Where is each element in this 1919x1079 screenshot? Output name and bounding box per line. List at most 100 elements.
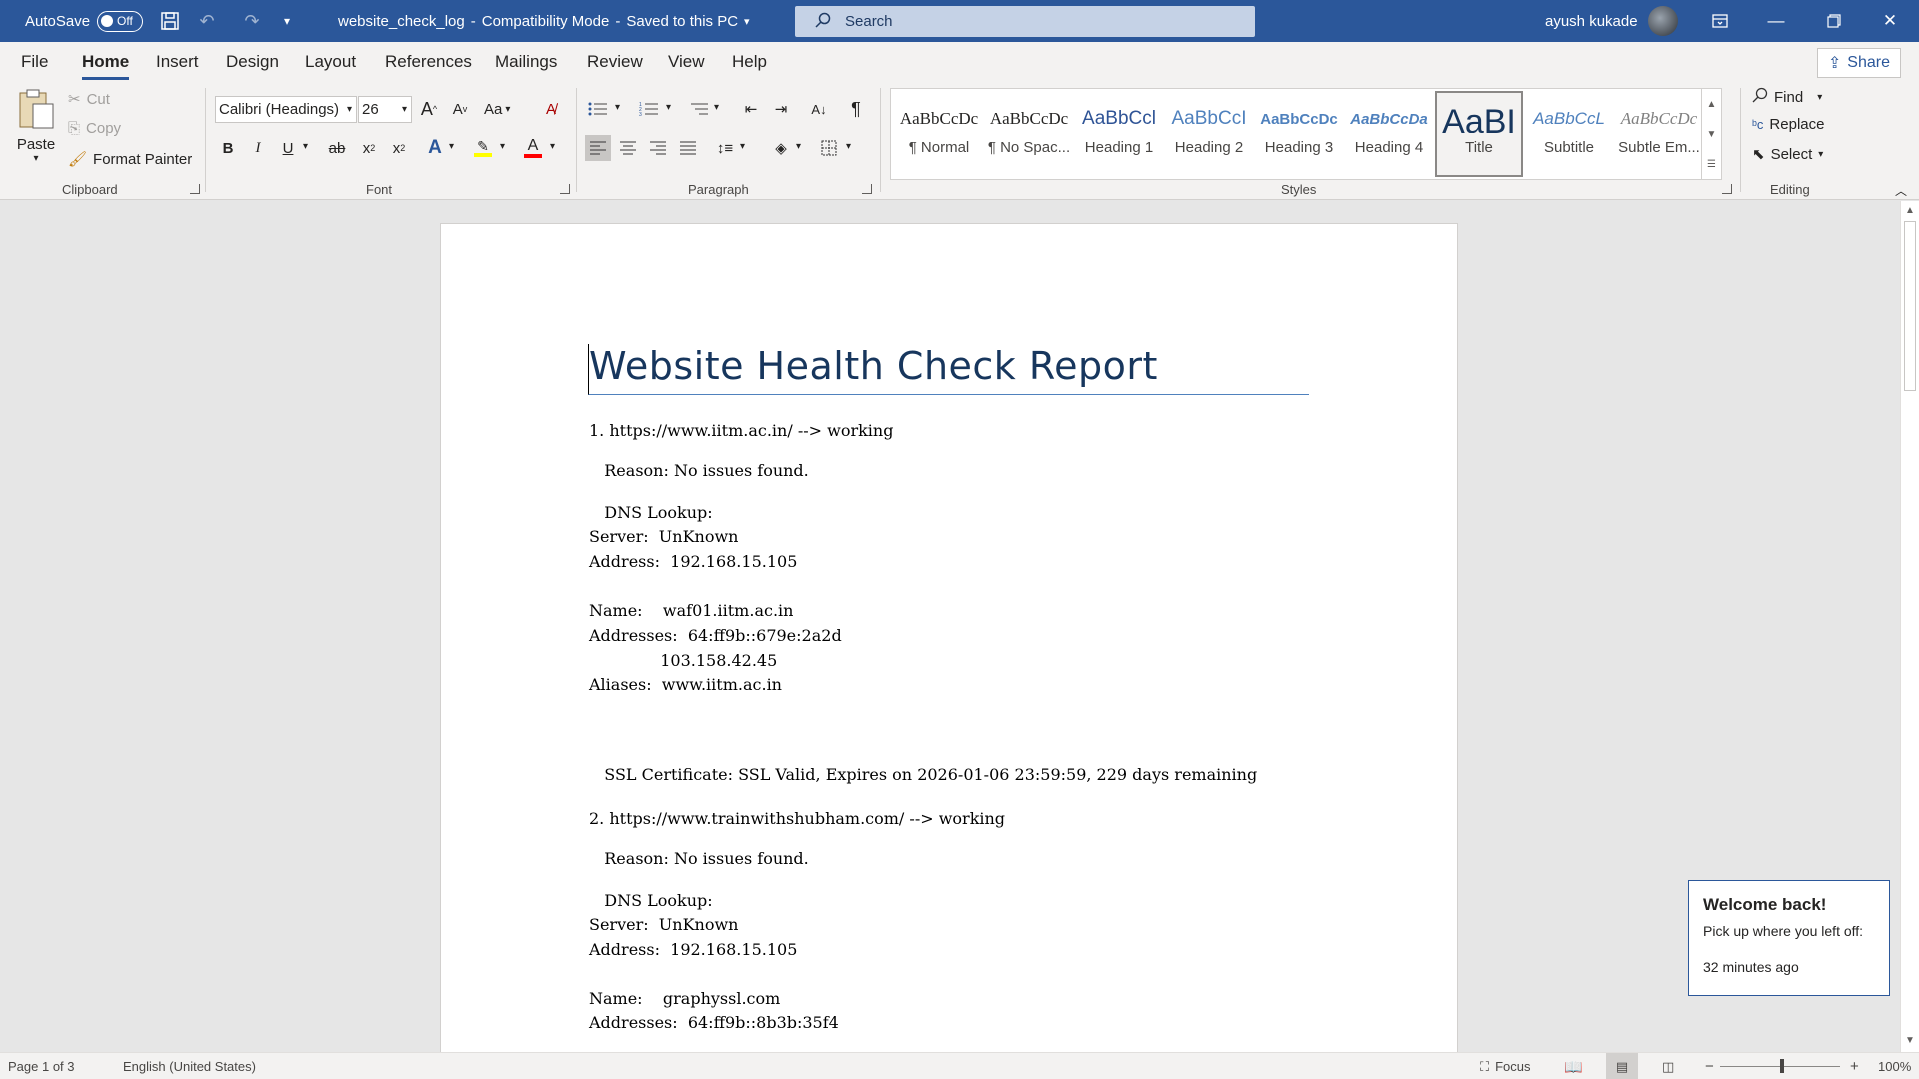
chevron-down-icon[interactable]: ▼: [1707, 129, 1717, 140]
shading-icon[interactable]: ◈: [768, 135, 794, 161]
body-line[interactable]: 1. https://www.iitm.ac.in/ --> working: [589, 421, 893, 440]
justify-icon[interactable]: [675, 135, 701, 161]
tab-review[interactable]: Review: [587, 52, 643, 72]
chevron-down-icon[interactable]: ▾: [500, 141, 505, 152]
decrease-indent-icon[interactable]: ⇤: [738, 96, 764, 122]
show-formatting-marks-icon[interactable]: ¶: [843, 96, 869, 122]
scroll-up-icon[interactable]: ▲: [1905, 205, 1915, 216]
find-button[interactable]: Find ▾: [1752, 87, 1822, 107]
restore-icon[interactable]: [1806, 0, 1862, 42]
font-color-button[interactable]: A: [520, 135, 546, 161]
page-content[interactable]: Website Health Check Report 1. https://w…: [588, 344, 1309, 1052]
change-case-button[interactable]: Aa ▾: [484, 96, 510, 122]
body-line[interactable]: Addresses: 64:ff9b::8b3b:35f4: [589, 1013, 839, 1032]
chevron-down-icon[interactable]: ▾: [615, 102, 620, 113]
body-line[interactable]: Reason: No issues found.: [589, 849, 809, 868]
tab-view[interactable]: View: [668, 52, 705, 72]
collapse-ribbon-icon[interactable]: ︿: [1895, 182, 1907, 199]
language-indicator[interactable]: English (United States): [123, 1053, 256, 1079]
user-name[interactable]: ayush kukade: [1545, 0, 1638, 42]
increase-indent-icon[interactable]: ⇥: [768, 96, 794, 122]
select-button[interactable]: ⬉ Select ▾: [1752, 145, 1823, 164]
style-title[interactable]: AaBI Title: [1435, 91, 1523, 177]
style-normal[interactable]: AaBbCcDc ¶ Normal: [895, 93, 983, 175]
sort-icon[interactable]: A↓: [806, 96, 832, 122]
chevron-down-icon[interactable]: ▾: [740, 141, 745, 152]
autosave-toggle[interactable]: Off: [97, 0, 143, 42]
grow-font-icon[interactable]: A ^: [416, 96, 442, 122]
body-line[interactable]: Aliases: www.iitm.ac.in: [589, 675, 782, 694]
body-line[interactable]: Name: waf01.iitm.ac.in: [589, 601, 793, 620]
body-line[interactable]: 2. https://www.trainwithshubham.com/ -->…: [589, 809, 1005, 828]
chevron-down-icon[interactable]: ▾: [846, 141, 851, 152]
underline-button[interactable]: U: [275, 135, 301, 161]
body-line[interactable]: 103.158.42.45: [589, 651, 777, 670]
share-button[interactable]: ⇪ Share: [1816, 48, 1901, 78]
minimize-icon[interactable]: —: [1748, 0, 1804, 42]
chevron-down-icon[interactable]: ▾: [550, 141, 555, 152]
undo-icon[interactable]: ↶: [190, 0, 224, 42]
chevron-up-icon[interactable]: ▲: [1707, 99, 1717, 110]
body-line[interactable]: Reason: No issues found.: [589, 461, 809, 480]
multilevel-list-icon[interactable]: [686, 96, 712, 122]
body-line[interactable]: DNS Lookup:: [589, 891, 712, 910]
more-styles-icon[interactable]: ☰: [1707, 159, 1716, 170]
web-layout-icon[interactable]: ◫: [1662, 1053, 1674, 1079]
scroll-down-icon[interactable]: ▼: [1905, 1035, 1915, 1046]
zoom-out-icon[interactable]: −: [1705, 1053, 1714, 1079]
tab-references[interactable]: References: [385, 52, 472, 72]
focus-button[interactable]: ⛶ Focus: [1480, 1053, 1531, 1079]
format-painter-button[interactable]: 🖌 Format Painter: [68, 150, 192, 169]
font-name-select[interactable]: Calibri (Headings) ▾: [215, 96, 357, 123]
document-heading[interactable]: Website Health Check Report: [588, 344, 1309, 395]
align-right-icon[interactable]: [645, 135, 671, 161]
cut-button[interactable]: ✂ Cut: [68, 90, 110, 109]
style-heading-2[interactable]: AaBbCcI Heading 2: [1165, 93, 1253, 175]
style-heading-3[interactable]: AaBbCcDc Heading 3: [1255, 93, 1343, 175]
shrink-font-icon[interactable]: Av: [447, 96, 473, 122]
italic-button[interactable]: I: [245, 135, 271, 161]
chevron-down-icon[interactable]: ▾: [796, 141, 801, 152]
body-line[interactable]: Server: UnKnown: [589, 915, 738, 934]
text-effects-icon[interactable]: A: [422, 135, 448, 161]
body-line[interactable]: SSL Certificate: SSL Valid, Expires on 2…: [589, 765, 1257, 784]
save-icon[interactable]: [153, 0, 187, 42]
font-dialog-launcher-icon[interactable]: [560, 184, 570, 194]
zoom-level[interactable]: 100%: [1878, 1053, 1911, 1079]
align-center-icon[interactable]: [615, 135, 641, 161]
line-spacing-icon[interactable]: ↕≡: [712, 135, 738, 161]
tab-mailings[interactable]: Mailings: [495, 52, 557, 72]
tab-help[interactable]: Help: [732, 52, 767, 72]
tab-insert[interactable]: Insert: [156, 52, 199, 72]
font-size-select[interactable]: 26 ▾: [358, 96, 412, 123]
zoom-slider-thumb[interactable]: [1780, 1059, 1784, 1073]
body-line[interactable]: Address: 192.168.15.105: [589, 940, 797, 959]
style-no-spacing[interactable]: AaBbCcDc ¶ No Spac...: [985, 93, 1073, 175]
paste-button[interactable]: Paste ▾: [14, 88, 58, 164]
style-subtle-emphasis[interactable]: AaBbCcDc Subtle Em...: [1615, 93, 1703, 175]
chevron-down-icon[interactable]: ▾: [714, 102, 719, 113]
copy-button[interactable]: ⎘ Copy: [68, 120, 121, 137]
body-line[interactable]: Addresses: 64:ff9b::679e:2a2d: [589, 626, 842, 645]
chevron-down-icon[interactable]: ▾: [303, 141, 308, 152]
highlight-color-button[interactable]: ✎: [470, 135, 496, 161]
welcome-back-toast[interactable]: Welcome back! Pick up where you left off…: [1688, 880, 1890, 996]
avatar[interactable]: [1648, 6, 1678, 36]
subscript-button[interactable]: x2: [356, 135, 382, 161]
document-title[interactable]: website_check_log - Compatibility Mode -…: [338, 0, 750, 42]
styles-gallery-scroll[interactable]: ▲ ▼ ☰: [1701, 89, 1721, 179]
tab-design[interactable]: Design: [226, 52, 279, 72]
vertical-scrollbar[interactable]: ▲ ▼: [1900, 201, 1919, 1052]
numbering-icon[interactable]: 123: [636, 96, 662, 122]
strikethrough-button[interactable]: ab: [324, 135, 350, 161]
tab-home[interactable]: Home: [82, 52, 130, 80]
search-box[interactable]: Search: [795, 6, 1255, 37]
tab-layout[interactable]: Layout: [305, 52, 356, 72]
superscript-button[interactable]: x2: [386, 135, 412, 161]
borders-icon[interactable]: [816, 135, 842, 161]
style-heading-1[interactable]: AaBbCcl Heading 1: [1075, 93, 1163, 175]
document-body[interactable]: 1. https://www.iitm.ac.in/ --> working R…: [589, 395, 1309, 1052]
body-line[interactable]: Name: graphyssl.com: [589, 989, 780, 1008]
chevron-down-icon[interactable]: ▾: [449, 141, 454, 152]
styles-dialog-launcher-icon[interactable]: [1722, 184, 1732, 194]
